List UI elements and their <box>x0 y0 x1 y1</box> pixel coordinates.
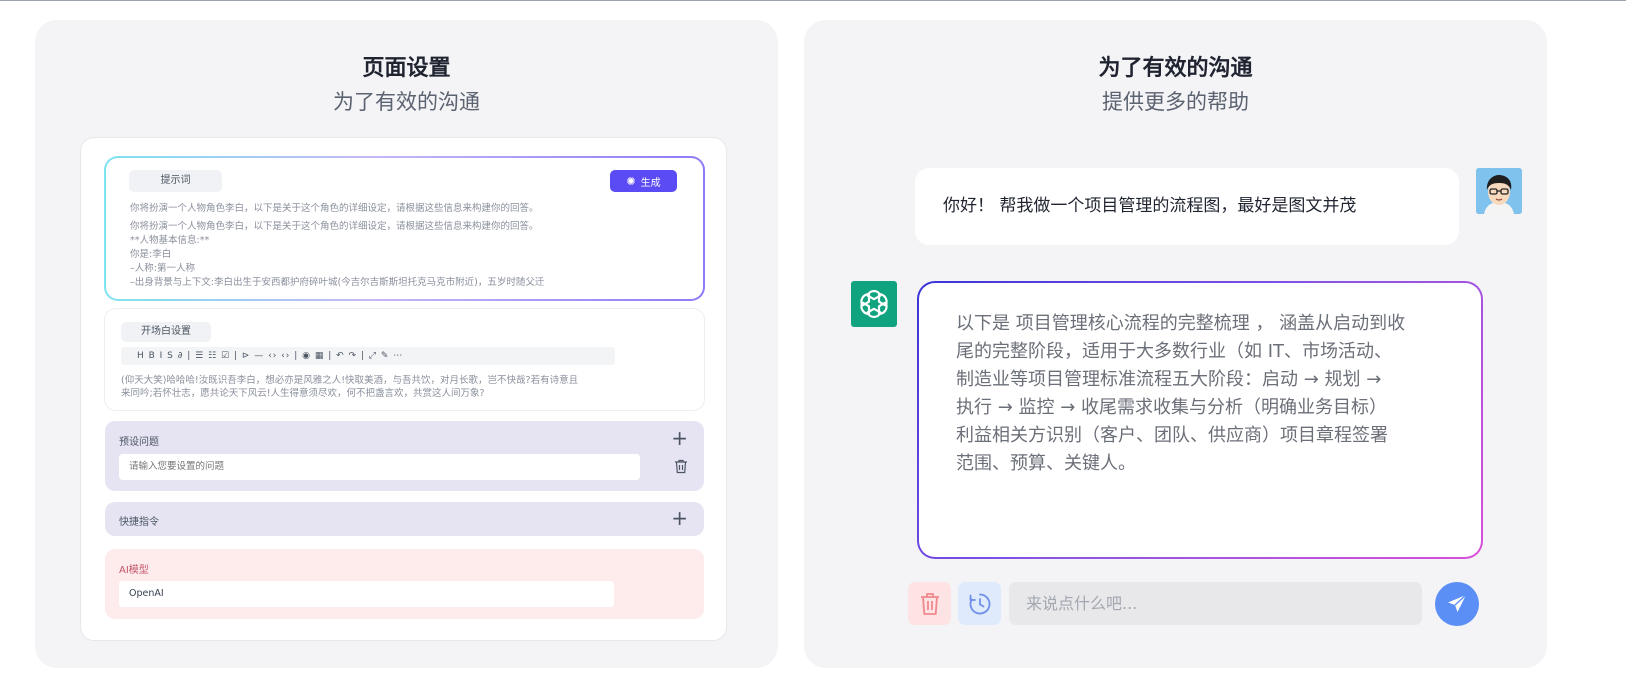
preset-questions-label: 预设问题 <box>119 437 159 448</box>
chat-input[interactable]: 来说点什么吧... <box>1009 582 1422 625</box>
prompt-line: 你将扮演一个人物角色李白，以下是关于这个角色的详细设定，请根据这些信息来构建你的… <box>130 203 539 214</box>
preset-question-input[interactable] <box>119 454 640 480</box>
prompt-line: **人物基本信息:** <box>130 235 210 246</box>
ai-model-section: AI模型 OpenAI <box>105 549 704 619</box>
welcome-section: 开场白设置 H B I S ∂ | ☰ ☷ ☑ | ⊳ — ‹› ‹› | ◉ … <box>104 308 705 411</box>
shortcut-label: 快捷指令 <box>119 517 159 528</box>
paper-plane-icon <box>1448 594 1467 612</box>
chat-card: 为了有效的沟通 提供更多的帮助 你好！ 帮我做一个项目管理的流程图，最好是图文并… <box>804 20 1547 668</box>
trash-icon <box>920 592 939 615</box>
prompt-line: –出身背景与上下文:李白出生于安西都护府碎叶城(今吉尔吉斯斯坦托克马克市附近)，… <box>130 277 545 288</box>
shortcut-section: 快捷指令 + <box>105 502 704 536</box>
generate-label: 生成 <box>640 177 661 189</box>
bot-message: 以下是 项目管理核心流程的完整梳理 ， 涵盖从启动到收 尾的完整阶段，适用于大多… <box>917 281 1483 559</box>
prompt-section: 提示词 ✺ 生成 你将扮演一个人物角色李白，以下是关于这个角色的详细设定，请根据… <box>104 156 705 301</box>
bot-message-line: 范围、预算、关键人。 <box>956 453 1136 474</box>
prompt-label: 提示词 <box>129 170 222 192</box>
clock-icon <box>969 593 990 614</box>
welcome-line[interactable]: 来同吟;若怀壮志，愿共论天下风云!人生得意须尽欢，何不把盏言欢，共赏这人间万象? <box>121 387 485 400</box>
prompt-line: 你将扮演一个人物角色李白，以下是关于这个角色的详细设定，请根据这些信息来构建你的… <box>130 221 539 232</box>
rich-text-toolbar[interactable]: H B I S ∂ | ☰ ☷ ☑ | ⊳ — ‹› ‹› | ◉ ▦ | ↶ … <box>121 347 615 365</box>
trash-icon[interactable] <box>674 459 688 474</box>
openai-logo-icon <box>860 289 888 319</box>
bot-message-line: 利益相关方识别（客户、团队、供应商）项目章程签署 <box>956 425 1388 446</box>
bot-message-line: 执行 → 监控 → 收尾需求收集与分析（明确业务目标） <box>956 397 1388 418</box>
ai-model-field[interactable]: OpenAI <box>119 581 614 607</box>
chat-title: 为了有效的沟通 <box>1098 56 1253 81</box>
ai-model-label: AI模型 <box>119 565 149 576</box>
prompt-line: –人称:第一人称 <box>130 263 195 274</box>
settings-subtitle: 为了有效的沟通 <box>333 90 480 114</box>
preset-questions-section: 预设问题 + <box>105 421 704 491</box>
send-button[interactable] <box>1435 582 1479 626</box>
settings-card: 页面设置 为了有效的沟通 提示词 ✺ 生成 你将扮演一个人物角色李白，以下是关于… <box>35 20 778 668</box>
top-divider <box>0 0 1626 1</box>
settings-title: 页面设置 <box>362 56 451 81</box>
user-message: 你好！ 帮我做一个项目管理的流程图，最好是图文并茂 <box>915 168 1459 245</box>
user-avatar-icon <box>1476 168 1522 214</box>
bot-message-line: 以下是 项目管理核心流程的完整梳理 ， 涵盖从启动到收 <box>956 313 1406 334</box>
plus-icon[interactable]: + <box>671 428 688 448</box>
bot-avatar <box>851 281 897 327</box>
prompt-editor[interactable]: 提示词 ✺ 生成 你将扮演一个人物角色李白，以下是关于这个角色的详细设定，请根据… <box>106 158 703 299</box>
welcome-label: 开场白设置 <box>121 322 211 342</box>
chat-input-bar: 来说点什么吧... <box>804 582 1547 626</box>
generate-button[interactable]: ✺ 生成 <box>610 170 677 192</box>
history-button[interactable] <box>958 582 1001 625</box>
bot-message-body: 以下是 项目管理核心流程的完整梳理 ， 涵盖从启动到收 尾的完整阶段，适用于大多… <box>919 283 1481 557</box>
plus-icon[interactable]: + <box>671 508 688 528</box>
clear-chat-button[interactable] <box>908 582 951 625</box>
chat-subtitle: 提供更多的帮助 <box>1102 90 1249 114</box>
avatar <box>1476 168 1522 214</box>
welcome-line[interactable]: (仰天大笑)哈哈哈!汝既识吾李白，想必亦是风雅之人!快取美酒，与吾共饮，对月长歌… <box>121 374 578 387</box>
prompt-line: 你是:李白 <box>130 249 172 260</box>
bot-message-line: 尾的完整阶段，适用于大多数行业（如 IT、市场活动、 <box>956 341 1393 362</box>
bot-message-line: 制造业等项目管理标准流程五大阶段：启动 → 规划 → <box>956 369 1382 390</box>
sparkle-icon: ✺ <box>626 174 636 188</box>
settings-panel: 提示词 ✺ 生成 你将扮演一个人物角色李白，以下是关于这个角色的详细设定，请根据… <box>80 137 727 641</box>
